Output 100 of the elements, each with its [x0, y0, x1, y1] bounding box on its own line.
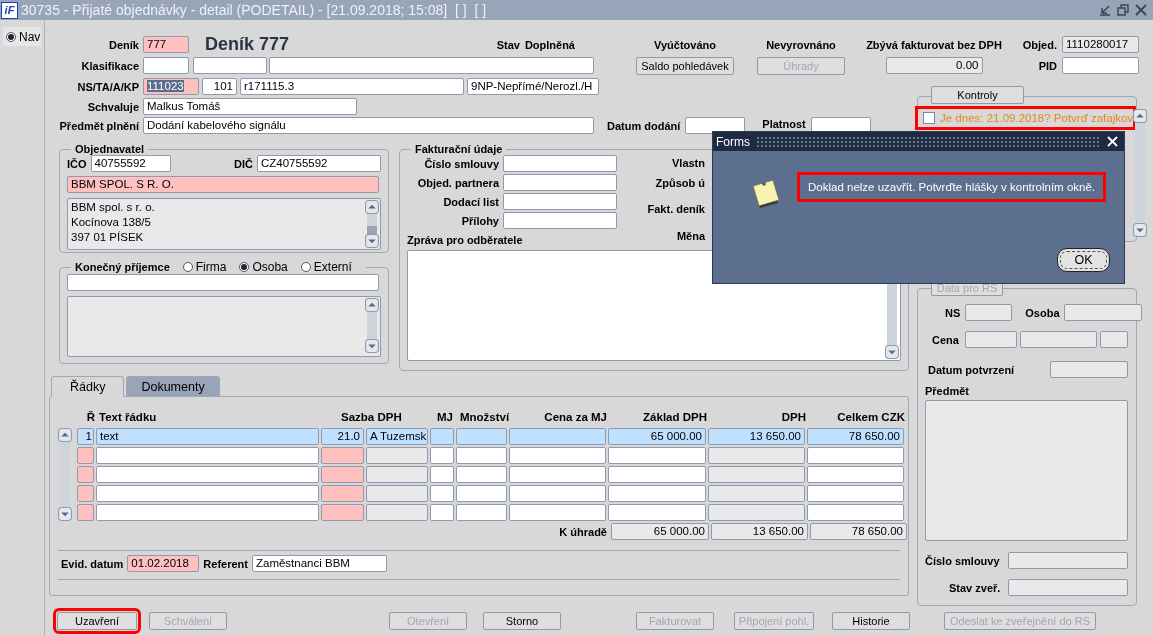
- address-line: 397 01 PÍSEK: [71, 230, 145, 245]
- field-label: Přílohy: [460, 214, 499, 227]
- field-label: Deník: [108, 38, 140, 51]
- field-label: NS/TA/A/KP: [76, 80, 140, 93]
- field-label: IČO: [67, 157, 87, 170]
- text-field[interactable]: [1062, 57, 1139, 74]
- text-field[interactable]: 111023: [143, 78, 199, 95]
- tab[interactable]: Řádky: [51, 376, 125, 397]
- text-field[interactable]: [503, 193, 617, 210]
- field-label: Měna: [676, 230, 705, 244]
- text-field[interactable]: Dodání kabelového signálu: [143, 117, 594, 134]
- text-field[interactable]: 01.02.2018: [127, 555, 200, 572]
- radio-button[interactable]: [239, 262, 250, 272]
- scroll-down-icon[interactable]: [365, 234, 379, 248]
- ok-button[interactable]: OK: [1057, 248, 1110, 272]
- tab[interactable]: Dokumenty: [126, 376, 220, 396]
- scrollbar[interactable]: [365, 298, 379, 353]
- field-label: Zbývá fakturovat bez DPH: [866, 38, 1002, 51]
- text-field[interactable]: BBM SPOL. S R. O.: [67, 176, 379, 193]
- checks-button[interactable]: Kontroly: [931, 86, 1024, 104]
- text-field[interactable]: [503, 174, 617, 191]
- text-field[interactable]: 0.00: [885, 57, 983, 74]
- dialog-title: Forms: [716, 134, 750, 149]
- scroll-up-icon[interactable]: [365, 298, 379, 312]
- text-field[interactable]: [1050, 361, 1128, 378]
- text-field[interactable]: 1110280017: [1062, 36, 1139, 53]
- scroll-down-icon[interactable]: [58, 507, 72, 521]
- text-field[interactable]: [1063, 304, 1142, 321]
- scroll-thumb[interactable]: [367, 226, 377, 234]
- text-field[interactable]: 777: [143, 36, 189, 53]
- field-label: Referent: [203, 557, 248, 570]
- text-field[interactable]: [1008, 579, 1128, 596]
- field-label: Vlastn: [671, 157, 705, 169]
- text-field[interactable]: [269, 57, 594, 74]
- text-field[interactable]: 9NP-Nepřímé/Nerozl./H: [467, 78, 599, 95]
- scrollbar[interactable]: [365, 200, 379, 248]
- field-label: Číslo smlouvy: [925, 554, 1000, 567]
- text-field[interactable]: [965, 304, 1013, 321]
- column-header: Celkem CZK: [836, 410, 906, 423]
- radio-button[interactable]: [6, 31, 16, 42]
- column-header: Ř: [85, 410, 96, 423]
- radio-button[interactable]: [300, 262, 311, 272]
- action-button[interactable]: Storno: [483, 612, 561, 630]
- scroll-up-icon[interactable]: [1133, 109, 1148, 123]
- text-field[interactable]: r171115.3: [240, 78, 464, 95]
- text-field[interactable]: Zaměstnanci BBM: [251, 555, 387, 572]
- table-cell: A Tuzemsk: [366, 428, 428, 445]
- field-label: Klasifikace: [80, 59, 140, 72]
- text-field[interactable]: [67, 274, 379, 291]
- radio-button[interactable]: [182, 262, 193, 272]
- field-label: Fakt. deník: [646, 203, 705, 215]
- field-label: Stav: [496, 38, 520, 51]
- table-cell: text: [96, 428, 319, 445]
- page-heading: Deník 777: [205, 34, 290, 55]
- column-header: Množství: [459, 410, 510, 423]
- minimize-icon[interactable]: [1099, 4, 1111, 16]
- scroll-up-icon[interactable]: [58, 428, 72, 442]
- panel-title: Konečný příjemce: [75, 261, 170, 273]
- column-header: Text řádku: [99, 410, 158, 423]
- text-field[interactable]: 101: [202, 78, 237, 95]
- scroll-down-icon[interactable]: [1133, 223, 1148, 237]
- total-cell: 78 650.00: [810, 523, 907, 540]
- check-text: Je dnes: 21.09.2018? Potvrď zafajkov: [940, 112, 1134, 124]
- field-label: Datum dodání: [607, 119, 681, 132]
- text-field[interactable]: [503, 155, 617, 172]
- text-field[interactable]: [143, 57, 189, 74]
- text-field[interactable]: [1019, 331, 1097, 348]
- scroll-down-icon[interactable]: [885, 345, 899, 359]
- radio-label: Externí: [313, 260, 352, 274]
- scroll-down-icon[interactable]: [365, 339, 379, 353]
- total-cell: 13 650.00: [711, 523, 808, 540]
- table-cell: 21.0: [321, 428, 364, 445]
- field-label: Schvaluje: [86, 100, 140, 113]
- text-field[interactable]: 40755592: [90, 155, 171, 172]
- restore-icon[interactable]: [1117, 4, 1129, 16]
- action-button[interactable]: Historie: [832, 612, 910, 630]
- address-line: Kocínova 138/5: [71, 215, 152, 230]
- text-field[interactable]: [964, 331, 1017, 348]
- scrollbar[interactable]: [1133, 109, 1148, 237]
- field-label: Předmět plnění: [58, 119, 140, 132]
- text-field[interactable]: [1008, 552, 1128, 569]
- column-header: MJ: [436, 410, 454, 423]
- panel-title: Fakturační údaje: [414, 143, 504, 155]
- address-field[interactable]: BBM spol. s r. o. Kocínova 138/5 397 01 PÍSEK: [67, 198, 381, 250]
- text-area[interactable]: [67, 296, 381, 357]
- text-field[interactable]: CZ40755592: [257, 155, 381, 172]
- scroll-up-icon[interactable]: [365, 200, 379, 214]
- panel-title: Objednavatel: [74, 143, 146, 155]
- column-header: Cena za MJ: [543, 410, 608, 423]
- text-field[interactable]: Malkus Tomáš: [143, 98, 357, 115]
- action-button[interactable]: Saldo pohledávek: [636, 56, 734, 75]
- text-field[interactable]: [1099, 331, 1128, 348]
- scrollbar[interactable]: [58, 428, 72, 521]
- dialog-message: Doklad nelze uzavřít. Potvrďte hlášky v kontrolním okně.: [800, 175, 1104, 199]
- field-label: DIČ: [234, 157, 253, 170]
- text-field[interactable]: [193, 57, 267, 74]
- field-label: NS: [945, 306, 961, 319]
- checkbox[interactable]: [923, 112, 935, 124]
- text-area[interactable]: [925, 400, 1128, 541]
- text-field[interactable]: [503, 212, 617, 229]
